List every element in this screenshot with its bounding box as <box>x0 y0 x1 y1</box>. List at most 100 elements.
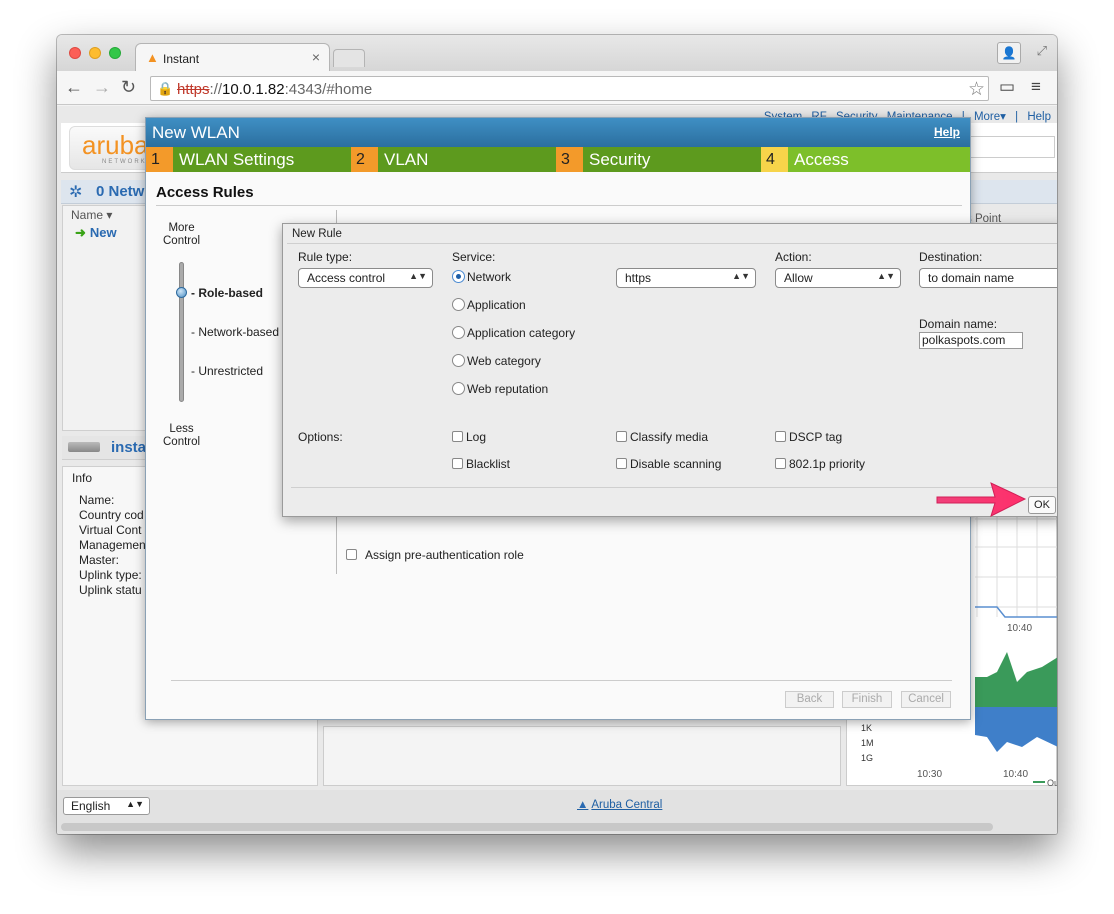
tab-close-icon[interactable]: × <box>312 49 320 65</box>
slider-handle[interactable] <box>176 287 187 298</box>
cancel-button[interactable]: Cancel <box>901 691 951 708</box>
bookmark-star-icon[interactable]: ☆ <box>968 78 985 101</box>
radio-selected[interactable] <box>452 270 465 283</box>
options-label: Options: <box>298 430 343 444</box>
wizard-title-bar: New WLAN Help <box>146 118 970 147</box>
nav-help[interactable]: Help <box>1027 111 1051 123</box>
access-rules-title: Access Rules <box>156 184 254 201</box>
info-row: Name: <box>79 493 115 507</box>
step-wlan-settings[interactable]: 1 WLAN Settings <box>146 147 351 172</box>
option-8021p-priority[interactable]: 802.1p priority <box>775 457 865 471</box>
info-row: Master: <box>79 553 120 567</box>
radio[interactable] <box>452 382 465 395</box>
option-blacklist[interactable]: Blacklist <box>452 457 510 471</box>
service-radio-web-reputation[interactable]: Web reputation <box>452 382 548 396</box>
fullscreen-icon[interactable]: ⤢ <box>1037 43 1047 59</box>
checkbox[interactable] <box>775 458 786 469</box>
column-name[interactable]: Name ▾ <box>71 208 112 222</box>
reload-icon[interactable]: ↻ <box>121 77 136 98</box>
chart-y-label: 1K <box>861 723 872 733</box>
ok-button[interactable]: OK <box>1028 496 1056 514</box>
url-scheme: https <box>177 81 210 98</box>
back-arrow-icon[interactable]: ← <box>65 77 83 98</box>
chart-y-label: 1G <box>861 753 873 763</box>
access-level-slider[interactable] <box>179 262 184 402</box>
action-select[interactable]: Allow ▲▼ <box>775 268 901 288</box>
checkbox[interactable] <box>616 458 627 469</box>
window-close-button[interactable] <box>69 47 81 59</box>
protocol-select[interactable]: https ▲▼ <box>616 268 756 288</box>
cast-icon[interactable]: ▭ <box>999 77 1015 97</box>
destination-select[interactable]: to domain name <box>919 268 1057 288</box>
horizontal-scrollbar[interactable] <box>61 823 993 831</box>
option-dscp-tag[interactable]: DSCP tag <box>775 430 842 444</box>
checkbox[interactable] <box>452 458 463 469</box>
window-minimize-button[interactable] <box>89 47 101 59</box>
url-path: :4343/#home <box>284 81 373 98</box>
divider <box>171 680 952 681</box>
help-link[interactable]: Help <box>934 125 960 139</box>
option-log[interactable]: Log <box>452 430 486 444</box>
aruba-page: System RF Security Maintenance | More▾ |… <box>57 106 1057 834</box>
rule-type-label: Rule type: <box>298 250 353 264</box>
chevron-updown-icon: ▲▼ <box>126 799 144 809</box>
radio[interactable] <box>452 354 465 367</box>
chart-time-label: 10:40 <box>1003 769 1028 780</box>
aruba-central-link[interactable]: ▲ Aruba Central <box>577 799 662 811</box>
service-radio-web-category[interactable]: Web category <box>452 354 541 368</box>
new-rule-dialog: New Rule Rule type: Access control ▲▼ Ser… <box>282 223 1057 517</box>
instant-title: insta <box>111 439 147 456</box>
finish-button[interactable]: Finish <box>842 691 892 708</box>
chart-y-label: 1M <box>861 738 874 748</box>
checkbox[interactable] <box>775 431 786 442</box>
divider <box>287 243 1057 244</box>
address-bar[interactable]: 🔒 https://10.0.1.82:4343/#home ☆ <box>150 76 989 101</box>
chevron-updown-icon: ▲▼ <box>409 271 427 281</box>
new-tab-button[interactable] <box>333 49 365 67</box>
checkbox[interactable] <box>346 549 357 560</box>
chart-time-label: 10:30 <box>917 769 942 780</box>
level-role-based[interactable]: - Role-based <box>191 286 263 300</box>
option-disable-scanning[interactable]: Disable scanning <box>616 457 721 471</box>
window-maximize-button[interactable] <box>109 47 121 59</box>
chart-time-label: 10:40 <box>1007 623 1032 634</box>
bottom-bar: English ▲▼ ▲ Aruba Central <box>57 790 1057 834</box>
service-radio-application[interactable]: Application <box>452 298 526 312</box>
step-access[interactable]: 4 Access <box>761 147 970 172</box>
radio[interactable] <box>452 326 465 339</box>
nav-more[interactable]: More▾ <box>974 111 1006 123</box>
network-icon: ✲ <box>69 184 83 201</box>
new-network-link[interactable]: ➜ New <box>75 225 117 241</box>
menu-icon[interactable]: ≡ <box>1031 77 1041 97</box>
checkbox[interactable] <box>616 431 627 442</box>
info-list: Name: Country cod Virtual Cont Managemen… <box>79 493 146 598</box>
logo-text: aruba <box>82 130 149 160</box>
callout-arrow-icon <box>936 482 1027 517</box>
aruba-icon: ▲ <box>577 799 589 811</box>
option-classify-media[interactable]: Classify media <box>616 430 708 444</box>
chevron-updown-icon: ▲▼ <box>877 271 895 281</box>
browser-tab[interactable]: ▲ Instant × <box>135 43 330 71</box>
language-select[interactable]: English ▲▼ <box>63 797 150 815</box>
level-unrestricted[interactable]: - Unrestricted <box>191 364 263 378</box>
back-button[interactable]: Back <box>785 691 834 708</box>
wizard-steps: 1 WLAN Settings 2 VLAN 3 Security 4 Acce… <box>146 147 970 172</box>
domain-name-input[interactable]: polkaspots.com <box>919 332 1023 349</box>
search-input[interactable] <box>965 136 1055 158</box>
chart-legend: Ou <box>1047 778 1057 787</box>
action-label: Action: <box>775 250 812 264</box>
browser-toolbar: ← → ↻ 🔒 https://10.0.1.82:4343/#home ☆ ▭… <box>57 71 1057 105</box>
service-radio-network[interactable]: Network <box>452 270 511 284</box>
checkbox[interactable] <box>452 431 463 442</box>
step-security[interactable]: 3 Security <box>556 147 761 172</box>
rule-type-select[interactable]: Access control ▲▼ <box>298 268 433 288</box>
radio[interactable] <box>452 298 465 311</box>
level-network-based[interactable]: - Network-based <box>191 325 279 339</box>
more-control-label: More Control <box>163 222 201 247</box>
step-vlan[interactable]: 2 VLAN <box>351 147 556 172</box>
profile-icon[interactable]: 👤 <box>997 42 1021 64</box>
service-radio-application-category[interactable]: Application category <box>452 326 575 340</box>
forward-arrow-icon[interactable]: → <box>93 77 111 98</box>
preauth-role-checkbox[interactable]: Assign pre-authentication role <box>346 548 524 562</box>
nav-separator: | <box>1015 111 1019 123</box>
